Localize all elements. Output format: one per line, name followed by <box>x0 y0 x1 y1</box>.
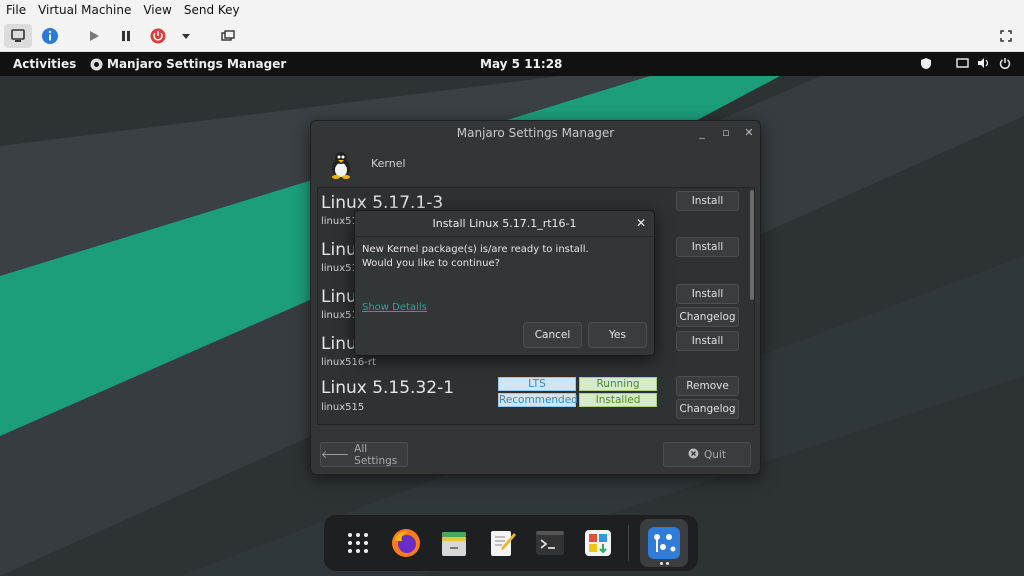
activities-button[interactable]: Activities <box>13 57 76 71</box>
dialog-message: New Kernel package(s) is/are ready to in… <box>362 243 589 271</box>
running-indicator <box>666 562 669 565</box>
display-icon[interactable] <box>4 24 32 48</box>
install-dialog: Install Linux 5.17.1_rt16-1 ✕ New Kernel… <box>354 210 655 356</box>
module-title: Kernel <box>371 157 406 170</box>
app-name: Manjaro Settings Manager <box>107 57 287 71</box>
quit-button[interactable]: Quit <box>663 442 751 467</box>
app-menu[interactable]: Manjaro Settings Manager <box>90 57 286 71</box>
snapshot-icon[interactable] <box>214 24 242 48</box>
gnome-top-bar: Activities Manjaro Settings Manager May … <box>0 52 1024 76</box>
install-button[interactable]: Install <box>676 331 739 351</box>
quit-icon <box>688 448 699 462</box>
minimize-icon[interactable]: _ <box>695 126 709 140</box>
firefox-icon[interactable] <box>388 525 424 561</box>
all-settings-button[interactable]: 🡐 All Settings <box>320 442 408 467</box>
volume-icon[interactable] <box>977 57 990 72</box>
close-icon[interactable]: ✕ <box>636 216 646 230</box>
maximize-icon[interactable]: ▫ <box>719 126 733 140</box>
chevron-down-icon[interactable] <box>172 24 200 48</box>
menu-file[interactable]: File <box>6 3 26 17</box>
software-icon[interactable] <box>580 525 616 561</box>
power-menu-icon[interactable] <box>999 57 1011 72</box>
changelog-button[interactable]: Changelog <box>676 399 739 419</box>
all-settings-label: All Settings <box>354 442 398 467</box>
pause-icon[interactable] <box>112 24 140 48</box>
show-details-link[interactable]: Show Details <box>362 302 427 313</box>
vm-menubar: File Virtual Machine View Send Key <box>0 0 1024 20</box>
running-badge: Running <box>579 377 657 391</box>
power-icon[interactable] <box>144 24 172 48</box>
window-title: Manjaro Settings Manager <box>456 126 615 140</box>
recommended-badge: Recommended <box>498 393 578 407</box>
next-row-badge-edge <box>498 424 576 425</box>
arrow-left-icon: 🡐 <box>321 449 350 461</box>
vm-toolbar <box>0 20 1024 52</box>
clock[interactable]: May 5 11:28 <box>480 57 562 71</box>
kernel-name: Linux 5.15.32-1 <box>321 378 455 398</box>
dock-separator <box>628 525 629 561</box>
dialog-message-line2: Would you like to continue? <box>362 258 500 269</box>
lts-badge: LTS <box>498 377 576 391</box>
installed-badge: Installed <box>579 393 657 407</box>
text-editor-icon[interactable] <box>484 525 520 561</box>
tux-kernel-icon <box>329 151 353 182</box>
list-scrollbar[interactable] <box>750 190 754 300</box>
terminal-icon[interactable] <box>532 525 568 561</box>
install-button[interactable]: Install <box>676 191 739 211</box>
files-icon[interactable] <box>436 525 472 561</box>
window-icon[interactable] <box>956 57 969 72</box>
changelog-button[interactable]: Changelog <box>676 307 739 327</box>
settings-manager-icon[interactable] <box>640 519 688 567</box>
menu-virtual-machine[interactable]: Virtual Machine <box>38 3 131 17</box>
menu-send-key[interactable]: Send Key <box>184 3 240 17</box>
kernel-package: linux515 <box>321 402 365 413</box>
close-icon[interactable]: ✕ <box>742 126 756 140</box>
quit-label: Quit <box>704 448 726 461</box>
running-indicator <box>660 562 663 565</box>
fullscreen-icon[interactable] <box>992 24 1020 48</box>
install-button[interactable]: Install <box>676 237 739 257</box>
menu-view[interactable]: View <box>143 3 171 17</box>
cancel-button[interactable]: Cancel <box>523 322 582 348</box>
remove-button[interactable]: Remove <box>676 376 739 396</box>
dialog-message-line1: New Kernel package(s) is/are ready to in… <box>362 244 589 255</box>
kernel-package: linux516-rt <box>321 357 376 368</box>
app-grid-icon[interactable] <box>340 525 376 561</box>
yes-button[interactable]: Yes <box>588 322 647 348</box>
dialog-title: Install Linux 5.17.1_rt16-1 <box>355 211 654 237</box>
info-icon[interactable] <box>36 24 64 48</box>
dock <box>324 515 698 571</box>
manjaro-settings-icon <box>90 58 103 70</box>
install-button[interactable]: Install <box>676 284 739 304</box>
shield-icon[interactable] <box>920 57 932 73</box>
play-icon[interactable] <box>80 24 108 48</box>
